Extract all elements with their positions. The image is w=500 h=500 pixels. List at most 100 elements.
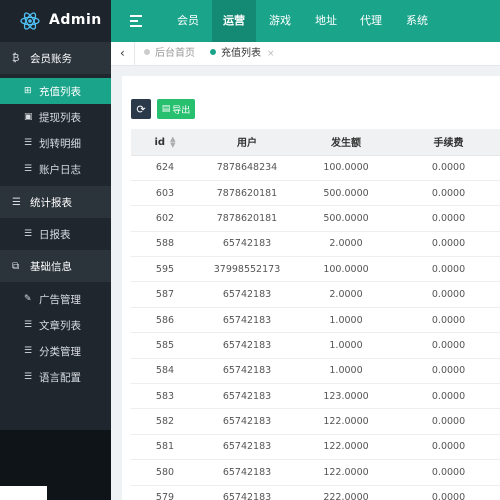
topnav-operations[interactable]: 运营 [212,0,256,42]
table-row[interactable]: 584 65742183 1.0000 0.0000 [131,358,500,385]
logo-atom-icon [20,12,40,30]
close-icon[interactable]: × [267,49,275,59]
cell-user: 65742183 [199,434,295,461]
tab-current-label: 充值列表 [221,48,261,59]
table-row[interactable]: 602 7878620181 500.0000 0.0000 [131,205,500,232]
sidebar-group-basic[interactable]: ⧉ 基础信息 [0,250,111,282]
cell-id: 580 [131,459,199,486]
cell-user: 65742183 [199,485,295,500]
cell-amount: 1.0000 [295,358,397,385]
list-icon: ☰ [24,372,33,382]
sidebar-item-categories[interactable]: ☰ 分类管理 [0,338,111,364]
chart-icon: ✎ [24,294,32,304]
topnav-members[interactable]: 会员 [168,0,208,42]
sidebar-item-articles[interactable]: ☰ 文章列表 [0,312,111,338]
topnav-agent[interactable]: 代理 [351,0,391,42]
plus-square-icon: ⊞ [24,86,32,96]
cell-user: 65742183 [199,231,295,258]
cell-fee: 0.0000 [397,256,500,283]
sidebar-item-withdraw-list[interactable]: ▣ 提现列表 [0,104,111,130]
topnav-system[interactable]: 系统 [397,0,437,42]
table-row[interactable]: 581 65742183 122.0000 0.0000 [131,434,500,461]
sidebar-group-account[interactable]: ₿ 会员账务 [0,42,111,74]
table-row[interactable]: 586 65742183 1.0000 0.0000 [131,307,500,334]
cell-fee: 0.0000 [397,155,500,181]
sidebar-group-stats[interactable]: ☰ 统计报表 [0,186,111,218]
table-row[interactable]: 585 65742183 1.0000 0.0000 [131,332,500,359]
export-file-icon: ▤ [161,104,171,114]
sidebar: ₿ 会员账务 ⊞ 充值列表 ▣ 提现列表 ☰ 划转明细 ☰ 账户日志 ☰ 统计报… [0,42,111,500]
table-row[interactable]: 603 7878620181 500.0000 0.0000 [131,180,500,207]
cell-amount: 122.0000 [295,408,397,435]
cell-id: 588 [131,231,199,258]
tab-dot [144,49,150,55]
table-row[interactable]: 587 65742183 2.0000 0.0000 [131,281,500,308]
cell-fee: 0.0000 [397,180,500,207]
sidebar-item-language[interactable]: ☰ 语言配置 [0,364,111,390]
cell-user: 65742183 [199,307,295,334]
sidebar-item-ads[interactable]: ✎ 广告管理 [0,286,111,312]
column-header-id[interactable]: id ▲ ▼ [131,129,199,156]
table-row[interactable]: 595 37998552173 100.0000 0.0000 [131,256,500,283]
cell-amount: 100.0000 [295,155,397,181]
table-row[interactable]: 579 65742183 222.0000 0.0000 [131,485,500,500]
sidebar-item-label: 提现列表 [39,111,81,124]
top-navbar: 会员 运营 游戏 地址 代理 系统 [111,0,500,42]
column-header-user: 用户 [199,129,295,156]
cell-fee: 0.0000 [397,205,500,232]
table-row[interactable]: 583 65742183 123.0000 0.0000 [131,383,500,410]
cell-id: 587 [131,281,199,308]
tab-home[interactable]: 后台首页 [144,42,195,66]
table-row[interactable]: 580 65742183 122.0000 0.0000 [131,459,500,486]
list-icon: ☰ [24,164,33,174]
cell-id: 624 [131,155,199,181]
cell-user: 37998552173 [199,256,295,283]
sidebar-item-label: 充值列表 [39,85,81,98]
topnav-address[interactable]: 地址 [306,0,346,42]
cell-amount: 1.0000 [295,307,397,334]
list-icon: ☰ [12,196,21,208]
topnav-games[interactable]: 游戏 [260,0,300,42]
export-button[interactable]: ▤ 导出 [157,99,195,119]
refresh-button[interactable]: ⟳ [131,99,151,119]
table-row[interactable]: 582 65742183 122.0000 0.0000 [131,408,500,435]
sidebar-item-account-log[interactable]: ☰ 账户日志 [0,156,111,182]
cell-amount: 100.0000 [295,256,397,283]
cell-fee: 0.0000 [397,358,500,385]
sidebar-item-label: 分类管理 [39,345,81,358]
app-root: Admin 会员 运营 游戏 地址 代理 系统 ₿ 会员账务 ⊞ 充值列表 ▣ … [0,0,500,500]
app-name: Admin [49,12,102,28]
logo-area[interactable]: Admin [0,0,111,42]
list-icon: ☰ [24,138,33,148]
table-header-row: id ▲ ▼ 用户 发生额 手续费 [131,129,500,156]
tab-bar: ‹ 后台首页 充值列表 × [111,42,500,66]
cell-id: 585 [131,332,199,359]
table-row[interactable]: 624 7878648234 100.0000 0.0000 [131,155,500,181]
back-chevron-icon[interactable]: ‹ [120,46,125,60]
sidebar-item-transfer-detail[interactable]: ☰ 划转明细 [0,130,111,156]
bitcoin-icon: ₿ [12,52,20,64]
cell-id: 581 [131,434,199,461]
menu-toggle-icon[interactable] [130,14,142,28]
cell-id: 579 [131,485,199,500]
cell-amount: 1.0000 [295,332,397,359]
sidebar-item-recharge-list[interactable]: ⊞ 充值列表 [0,78,111,104]
column-header-fee: 手续费 [397,129,500,156]
table-row[interactable]: 588 65742183 2.0000 0.0000 [131,231,500,258]
sidebar-item-daily-report[interactable]: ☰ 日报表 [0,221,111,247]
cell-id: 584 [131,358,199,385]
tab-recharge-list[interactable]: 充值列表 × [210,42,275,66]
refresh-icon: ⟳ [136,102,146,116]
sidebar-group-label: 基础信息 [30,260,72,273]
sidebar-item-label: 语言配置 [39,371,81,384]
cell-fee: 0.0000 [397,485,500,500]
sort-icon[interactable]: ▲ ▼ [170,135,175,148]
list-icon: ☰ [24,229,33,239]
cell-id: 602 [131,205,199,232]
cell-id: 603 [131,180,199,207]
cell-user: 65742183 [199,408,295,435]
cell-fee: 0.0000 [397,231,500,258]
cell-user: 7878620181 [199,180,295,207]
tab-dot [210,49,216,55]
sidebar-item-label: 划转明细 [39,137,81,150]
